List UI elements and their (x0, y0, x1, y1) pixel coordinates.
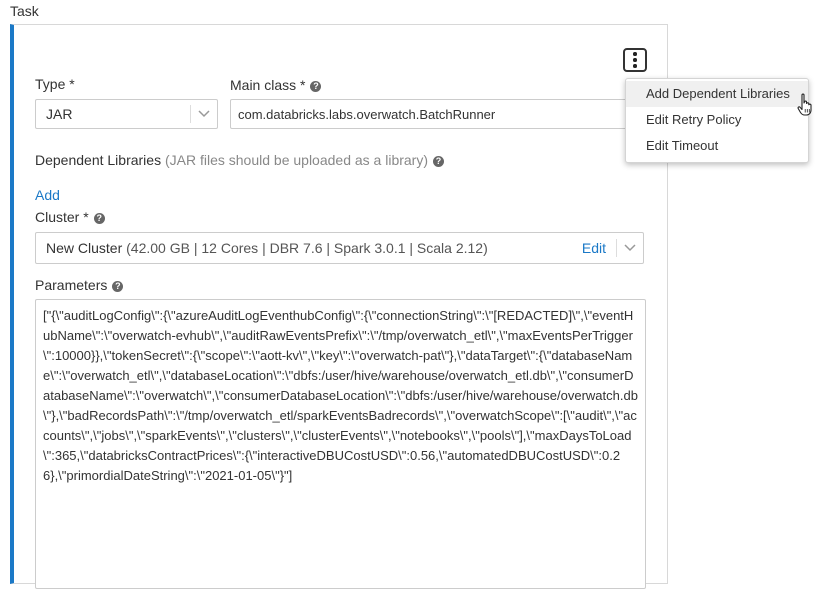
type-select[interactable]: JAR (35, 99, 218, 129)
help-icon[interactable]: ? (93, 213, 105, 224)
cluster-label-text: Cluster * (35, 209, 89, 225)
dependent-libraries-label-text: Dependent Libraries (35, 152, 162, 168)
kebab-dot-icon (633, 58, 637, 62)
menu-item-add-dependent-libraries[interactable]: Add Dependent Libraries (626, 81, 808, 107)
main-class-input[interactable]: com.databricks.labs.overwatch.BatchRunne… (230, 99, 630, 129)
kebab-dot-icon (633, 64, 637, 68)
options-menu: Add Dependent Libraries Edit Retry Polic… (625, 78, 809, 163)
dependent-libraries-hint: (JAR files should be uploaded as a libra… (161, 152, 429, 168)
cluster-details: (42.00 GB | 12 Cores | DBR 7.6 | Spark 3… (122, 240, 488, 256)
dependent-libraries-label: Dependent Libraries (JAR files should be… (35, 152, 445, 168)
kebab-dot-icon (633, 52, 637, 56)
parameters-textarea[interactable]: ["{\"auditLogConfig\":{\"azureAuditLogEv… (35, 299, 646, 589)
menu-item-edit-retry-policy[interactable]: Edit Retry Policy (626, 107, 808, 133)
cluster-label: Cluster *? (35, 209, 105, 225)
cluster-select[interactable]: New Cluster (42.00 GB | 12 Cores | DBR 7… (35, 232, 644, 264)
chevron-down-icon (191, 110, 217, 118)
cluster-name: New Cluster (46, 240, 123, 256)
parameters-label-text: Parameters (35, 277, 108, 293)
edit-cluster-link[interactable]: Edit (582, 240, 616, 256)
type-label: Type * (35, 76, 75, 92)
chevron-down-icon[interactable] (617, 244, 643, 252)
main-class-label: Main class *? (230, 77, 322, 93)
type-select-value: JAR (46, 106, 73, 122)
parameters-label: Parameters? (35, 277, 124, 293)
main-class-label-text: Main class * (230, 77, 306, 93)
section-title: Task (10, 3, 39, 19)
hand-pointer-icon (797, 93, 815, 120)
cluster-select-value: New Cluster (42.00 GB | 12 Cores | DBR 7… (36, 240, 582, 256)
menu-item-edit-timeout[interactable]: Edit Timeout (626, 133, 808, 159)
help-icon[interactable]: ? (112, 281, 124, 292)
add-library-link[interactable]: Add (35, 187, 60, 203)
type-label-text: Type * (35, 76, 75, 92)
more-options-button[interactable] (623, 48, 647, 72)
help-icon[interactable]: ? (310, 81, 322, 92)
help-icon[interactable]: ? (433, 156, 445, 167)
